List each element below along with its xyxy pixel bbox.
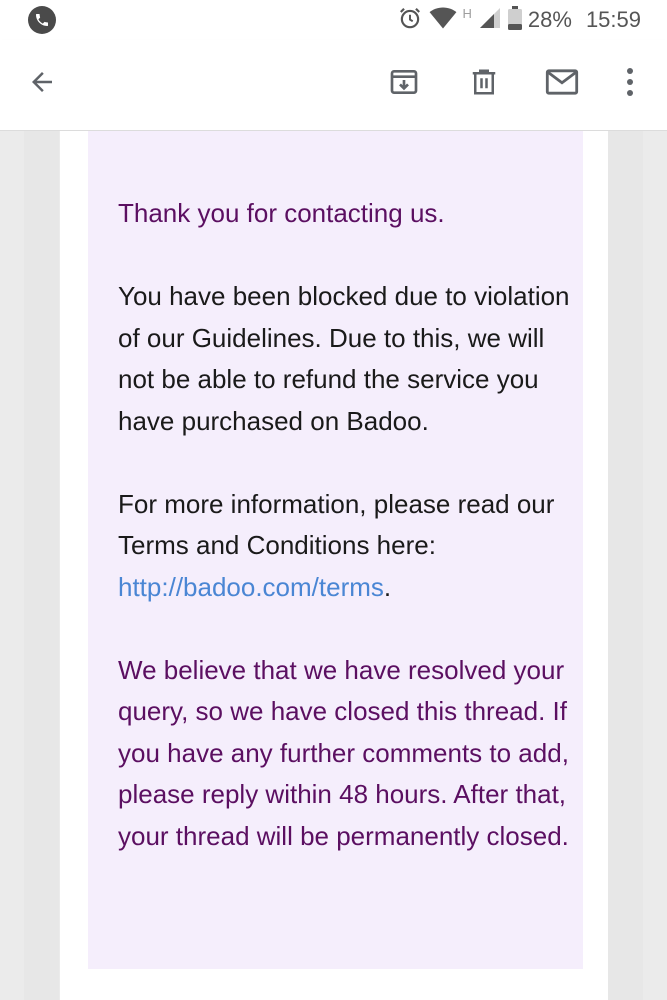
phone-app-icon — [28, 6, 56, 34]
delete-button[interactable] — [462, 62, 506, 106]
right-gutter — [608, 131, 643, 1000]
email-content-area[interactable]: Thank you for contacting us. You have be… — [0, 131, 667, 1000]
battery-icon — [507, 5, 522, 35]
mail-icon — [545, 68, 579, 101]
clock: 15:59 — [585, 7, 641, 32]
terms-paragraph: For more information, please read our Te… — [118, 484, 578, 609]
trash-icon — [469, 66, 499, 103]
mark-unread-button[interactable] — [540, 62, 584, 106]
wifi-icon — [429, 6, 457, 35]
message-text: Thank you for contacting us. You have be… — [118, 193, 578, 899]
signal-icon — [478, 6, 502, 35]
archive-icon — [388, 66, 420, 103]
terms-link[interactable]: http://badoo.com/terms — [118, 572, 384, 602]
back-button[interactable] — [20, 62, 64, 106]
terms-text: For more information, please read our Te… — [118, 488, 555, 561]
back-arrow-icon — [27, 67, 57, 102]
network-type-label: H — [462, 5, 472, 21]
more-vert-icon — [626, 67, 634, 102]
battery-percentage: 28% — [527, 7, 572, 32]
email-body: Thank you for contacting us. You have be… — [60, 131, 608, 1000]
status-bar: H 28% 15:59 — [0, 0, 667, 40]
archive-button[interactable] — [382, 62, 426, 106]
terms-period: . — [383, 571, 392, 602]
block-notice-text: You have been blocked due to violation o… — [118, 281, 570, 436]
quoted-message-block: Thank you for contacting us. You have be… — [88, 131, 583, 969]
more-options-button[interactable] — [608, 62, 652, 106]
left-gutter — [24, 131, 59, 1000]
alarm-icon — [397, 5, 423, 36]
closing-text: We believe that we have resolved your qu… — [118, 654, 569, 851]
app-bar — [0, 40, 667, 131]
greeting-text: Thank you for contacting us. — [118, 198, 445, 228]
